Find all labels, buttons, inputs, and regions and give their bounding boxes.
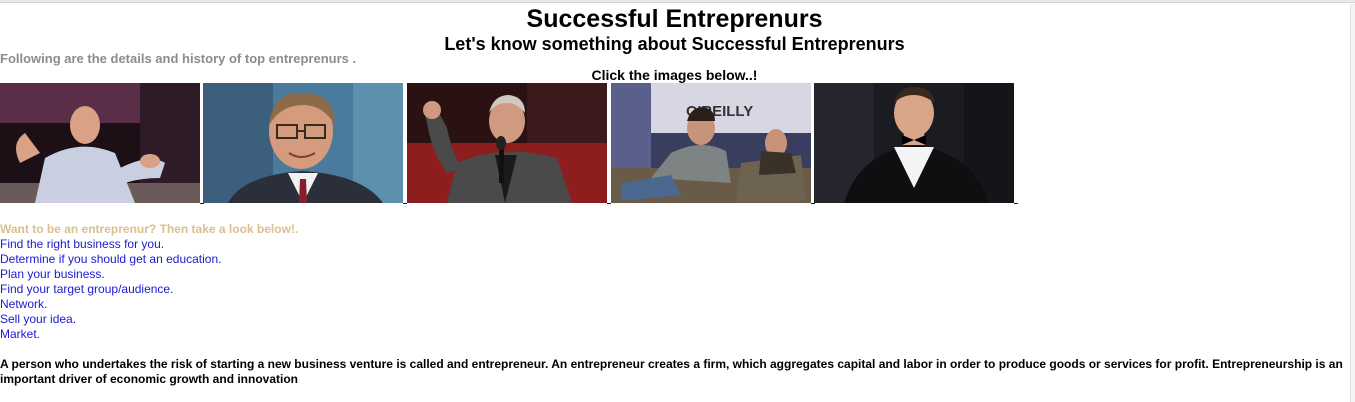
steps-list: Find the right business for you. Determi… <box>0 237 221 342</box>
page-content: Successful Entreprenurs Let's know somet… <box>0 4 1349 55</box>
step-target-audience[interactable]: Find your target group/audience. <box>0 282 221 297</box>
page-title: Successful Entreprenurs <box>526 5 823 33</box>
step-sell-idea[interactable]: Sell your idea. <box>0 312 221 327</box>
step-network[interactable]: Network. <box>0 297 221 312</box>
entrepreneur-definition: A person who undertakes the risk of star… <box>0 357 1343 386</box>
entrepreneur-photo-3[interactable] <box>407 83 611 204</box>
entrepreneur-photo-4[interactable]: O'REILLY <box>611 83 815 204</box>
step-plan-business[interactable]: Plan your business. <box>0 267 221 282</box>
step-education[interactable]: Determine if you should get an education… <box>0 252 221 267</box>
page-scrollbar[interactable] <box>1350 4 1355 402</box>
entrepreneur-photo-5[interactable] <box>814 83 1018 204</box>
click-hint: Click the images below..! <box>591 67 758 83</box>
browser-top-border <box>0 0 1355 3</box>
step-find-business[interactable]: Find the right business for you. <box>0 237 221 252</box>
entrepreneur-photo-1[interactable] <box>0 83 204 204</box>
entrepreneur-photo-2[interactable] <box>203 83 407 204</box>
want-heading: Want to be an entreprenur? Then take a l… <box>0 222 299 236</box>
step-market[interactable]: Market. <box>0 327 221 342</box>
intro-text: Following are the details and history of… <box>0 51 357 66</box>
